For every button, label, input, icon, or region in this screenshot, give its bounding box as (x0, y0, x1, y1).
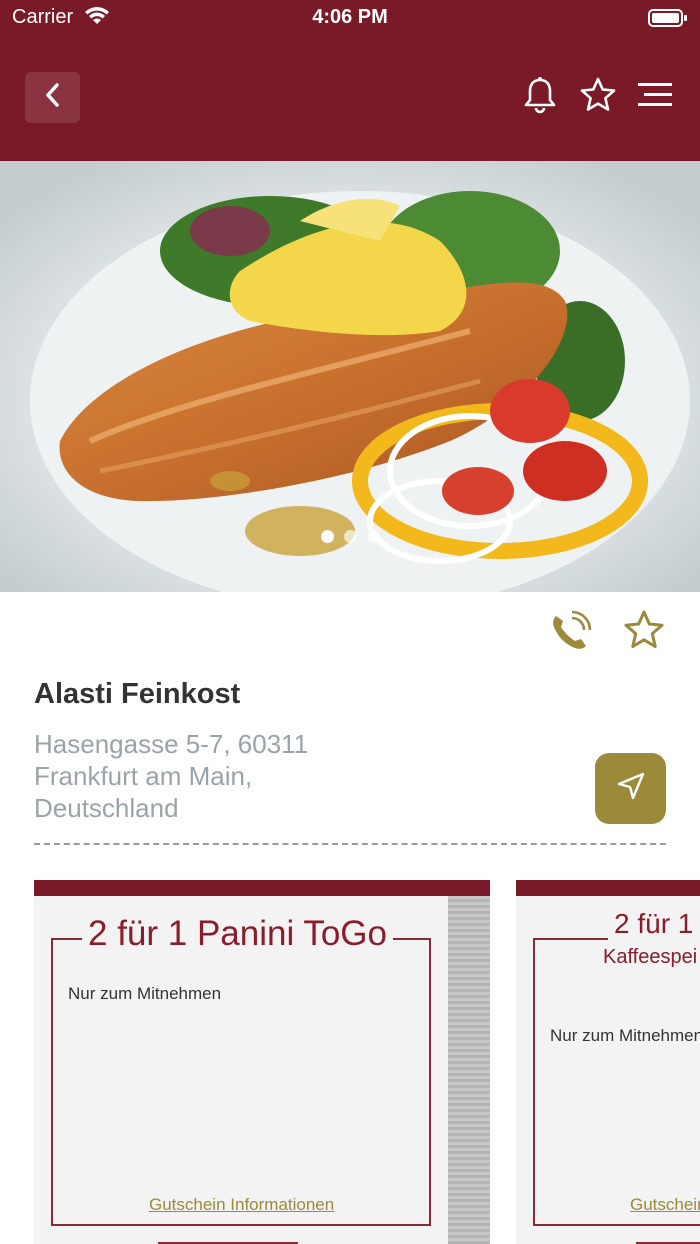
section-divider (34, 843, 666, 845)
phone-icon (548, 610, 592, 658)
voucher-title: 2 für 1 K (608, 908, 700, 940)
voucher-card-header-strip (516, 880, 700, 896)
voucher-subtitle: Kaffeespei (599, 946, 700, 969)
bell-icon (522, 76, 558, 119)
voucher-card-header-strip (34, 880, 490, 896)
star-outline-icon (622, 610, 666, 656)
carousel-dot[interactable] (343, 530, 357, 543)
voucher-card[interactable]: 2 für 1 Panini ToGo Nur zum Mitnehmen Gu… (34, 880, 490, 1244)
hero-image-carousel[interactable] (0, 161, 700, 592)
voucher-description: Nur zum Mitnehmen (550, 1026, 700, 1045)
voucher-card[interactable]: 2 für 1 K Kaffeespei Nur zum Mitnehmen G… (516, 880, 700, 1244)
voucher-card-frame (533, 938, 700, 1226)
hamburger-menu-icon (634, 80, 674, 115)
voucher-card-frame (51, 938, 431, 1226)
address-line: Frankfurt am Main, (34, 761, 253, 791)
voucher-info-link[interactable]: Gutschein Informationen (149, 1195, 334, 1215)
voucher-description: Nur zum Mitnehmen (68, 984, 222, 1003)
back-button[interactable] (25, 72, 80, 123)
favorite-header-button[interactable] (578, 76, 618, 118)
chevron-left-icon (42, 82, 64, 113)
carousel-dot[interactable] (320, 530, 334, 543)
voucher-info-link[interactable]: Gutschein (630, 1195, 700, 1215)
voucher-card-perforation (448, 896, 490, 1244)
status-bar: Carrier 4:06 PM (0, 0, 700, 36)
status-time: 4:06 PM (312, 6, 388, 28)
address-line: Hasengasse 5-7, 60311 (34, 729, 309, 759)
carousel-page-indicator[interactable] (0, 530, 700, 543)
navigation-arrow-icon (616, 771, 646, 806)
top-bar: Carrier 4:06 PM (0, 0, 700, 161)
carousel-dot[interactable] (366, 530, 380, 543)
notifications-button[interactable] (520, 76, 560, 118)
battery-icon (648, 8, 688, 33)
menu-button[interactable] (634, 76, 674, 118)
venue-name: Alasti Feinkost (34, 678, 241, 710)
star-outline-icon (579, 76, 617, 119)
voucher-title: 2 für 1 Panini ToGo (82, 914, 393, 954)
address-line: Deutschland (34, 793, 179, 823)
venue-address: Hasengasse 5-7, 60311 Frankfurt am Main,… (34, 728, 454, 824)
salmon-dish-image (0, 161, 700, 592)
call-button[interactable] (548, 610, 592, 654)
navigate-button[interactable] (595, 753, 666, 824)
favorite-button[interactable] (622, 608, 666, 652)
